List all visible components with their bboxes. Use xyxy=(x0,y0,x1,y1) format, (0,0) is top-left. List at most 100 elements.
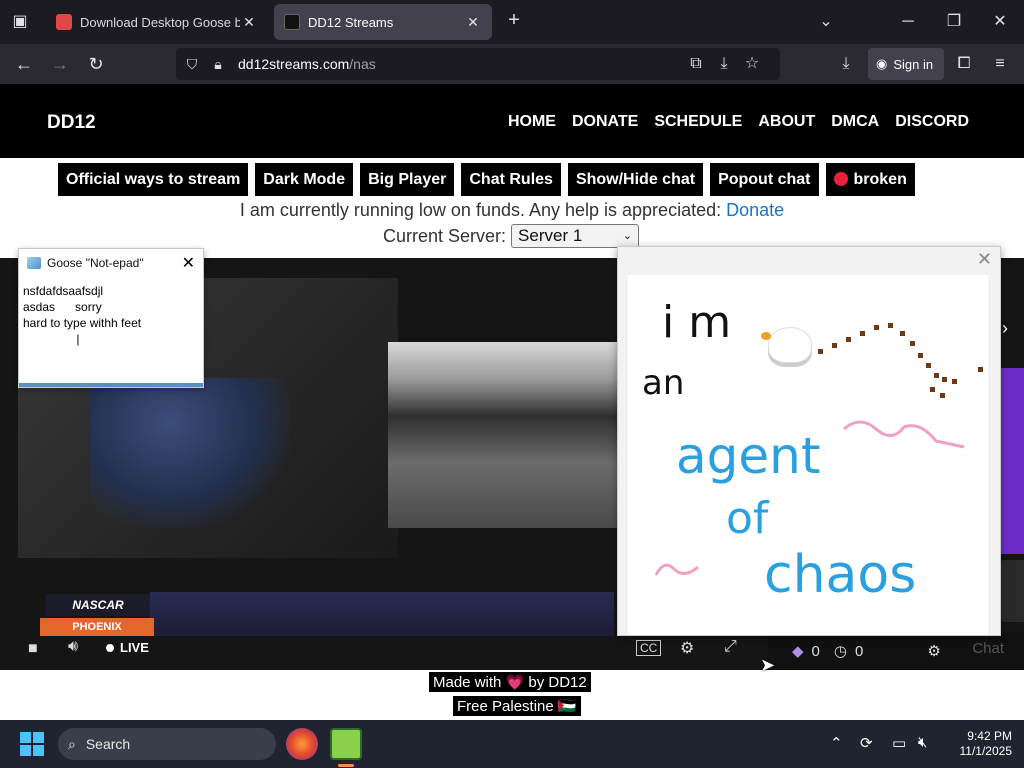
tab-overflow-chevron-icon[interactable]: ⌄ xyxy=(816,12,836,32)
clock-date: 11/1/2025 xyxy=(959,744,1013,758)
shield-icon[interactable]: ⛉ xyxy=(184,54,200,74)
close-icon[interactable]: ✕ xyxy=(977,249,992,270)
live-label: LIVE xyxy=(120,640,149,655)
chat-bar: ◆ 0 ◷ 0 ⚙ Chat xyxy=(768,632,1024,670)
url-path: /nas xyxy=(349,56,376,72)
timer-count: 0 xyxy=(854,642,864,660)
sync-icon[interactable]: ⟳ xyxy=(860,734,873,752)
drawing-text-line3: agent xyxy=(676,427,821,485)
taskbar-clock[interactable]: 9:42 PM 11/1/2025 xyxy=(960,729,1013,759)
red-dot-icon xyxy=(833,172,848,186)
reload-icon[interactable]: ↻ xyxy=(86,54,106,74)
official-ways-button[interactable]: Official ways to stream xyxy=(58,163,249,196)
server-row: Current Server: Server 1 ⌄ xyxy=(383,224,640,248)
clock-time: 9:42 PM xyxy=(967,729,1012,743)
network-icon[interactable]: ▭ xyxy=(892,734,906,752)
nav-discord[interactable]: DISCORD xyxy=(895,113,969,131)
maximize-icon[interactable]: ❐ xyxy=(944,12,964,32)
player-controls-row: Official ways to stream Dark Mode Big Pl… xyxy=(58,163,915,196)
popout-chat-button[interactable]: Popout chat xyxy=(710,163,819,196)
notepad-text[interactable]: nsfdafdsaafsdjl asdas sorry hard to type… xyxy=(19,277,203,381)
tab-title: DD12 Streams xyxy=(308,14,394,30)
nav-dmca[interactable]: DMCA xyxy=(831,113,879,131)
tab-list-icon[interactable]: ▣ xyxy=(10,12,30,32)
goose-active-indicator xyxy=(338,764,354,767)
extensions-icon[interactable]: ⧠ xyxy=(954,54,974,74)
captions-icon[interactable]: CC xyxy=(636,640,662,656)
fullscreen-icon[interactable]: ⤢ xyxy=(724,638,737,656)
menu-icon[interactable]: ≡ xyxy=(990,54,1010,74)
server-select[interactable]: Server 1 ⌄ xyxy=(511,224,640,248)
volume-mute-icon[interactable]: 🔇︎ xyxy=(918,734,927,751)
video-frame-race-inset xyxy=(388,342,620,528)
chat-settings-icon[interactable]: ⚙ xyxy=(927,642,940,660)
nav-about[interactable]: ABOUT xyxy=(758,113,815,131)
sign-in-button[interactable]: ◉ Sign in xyxy=(868,48,944,80)
settings-gear-icon[interactable]: ⚙ xyxy=(680,638,694,658)
chat-rules-button[interactable]: Chat Rules xyxy=(461,163,561,196)
search-icon: ⌕ xyxy=(68,735,76,752)
url-bar[interactable]: ⛉ 🔒︎ dd12streams.com/nas ⧉ ⤓ ☆ xyxy=(176,48,780,80)
pink-squiggle-bottom xyxy=(654,563,699,576)
chat-panel-accent xyxy=(1000,368,1024,554)
notepad-title: Goose "Not-epad" xyxy=(47,256,144,270)
nav-schedule[interactable]: SCHEDULE xyxy=(654,113,742,131)
picture-in-picture-icon[interactable]: ⧉ xyxy=(686,54,706,74)
chat-panel-box xyxy=(1000,560,1024,622)
race-scoreboard xyxy=(150,592,614,636)
new-tab-button[interactable]: + xyxy=(504,10,524,30)
bits-icon[interactable]: ◆ xyxy=(792,642,804,660)
funds-text: I am currently running low on funds. Any… xyxy=(239,200,722,220)
made-with-text: Made with 💗 by DD12 xyxy=(429,672,591,692)
sign-in-label: Sign in xyxy=(893,56,934,72)
timer-icon[interactable]: ◷ xyxy=(834,642,847,660)
bookmark-star-icon[interactable]: ☆ xyxy=(742,54,762,74)
firefox-taskbar-icon[interactable] xyxy=(286,728,318,760)
nav-donate[interactable]: DONATE xyxy=(572,113,638,131)
broken-status-button[interactable]: broken xyxy=(825,163,915,196)
drawing-text-line2: an xyxy=(642,363,685,403)
notepad-icon xyxy=(27,257,41,269)
forward-icon[interactable]: → xyxy=(50,54,70,74)
status-label: broken xyxy=(853,171,907,188)
windows-start-icon[interactable] xyxy=(20,732,44,756)
chevron-right-icon[interactable]: › xyxy=(1002,318,1008,339)
site-header: DD12 HOME DONATE SCHEDULE ABOUT DMCA DIS… xyxy=(0,84,1024,158)
live-indicator[interactable]: LIVE xyxy=(106,640,149,655)
drawing-text-line4: of xyxy=(726,493,769,544)
close-window-icon[interactable]: ✕ xyxy=(990,12,1010,32)
server-label: Current Server: xyxy=(383,225,507,246)
volume-icon[interactable]: 🔊︎ xyxy=(68,638,78,656)
dark-mode-button[interactable]: Dark Mode xyxy=(255,163,354,196)
tray-overflow-chevron-icon[interactable]: ⌃ xyxy=(830,734,843,752)
taskbar-search[interactable]: ⌕ Search xyxy=(58,728,276,760)
back-icon[interactable]: ← xyxy=(14,54,34,74)
goose-beak-icon xyxy=(761,332,771,340)
pink-squiggle-top xyxy=(843,420,965,449)
lock-icon[interactable]: 🔒︎ xyxy=(210,54,226,74)
nav-home[interactable]: HOME xyxy=(508,113,556,131)
notepad-titlebar: Goose "Not-epad" xyxy=(19,249,203,277)
tab-goose-download[interactable]: Download Desktop Goose by sa ✕ xyxy=(46,4,268,40)
site-logo[interactable]: DD12 xyxy=(47,112,96,134)
downloads-icon[interactable]: ⤓ xyxy=(836,54,856,74)
browser-nav-bar: ← → ↻ ⛉ 🔒︎ dd12streams.com/nas ⧉ ⤓ ☆ ⤓ ◉… xyxy=(0,44,1024,84)
chat-button[interactable]: Chat xyxy=(972,640,1004,657)
tab-dd12-streams[interactable]: DD12 Streams ✕ xyxy=(274,4,492,40)
show-hide-chat-button[interactable]: Show/Hide chat xyxy=(567,163,704,196)
network-badge: NASCAR xyxy=(46,594,150,616)
close-tab-icon[interactable]: ✕ xyxy=(240,14,258,31)
notepad-bottom-bar xyxy=(19,383,203,387)
close-icon[interactable]: ✕ xyxy=(182,253,195,273)
close-tab-icon[interactable]: ✕ xyxy=(464,14,482,31)
itch-favicon-icon xyxy=(56,14,72,30)
save-to-pocket-icon[interactable]: ⤓ xyxy=(714,54,734,74)
goose-drawing-window[interactable]: ✕ i m an agent of chaos xyxy=(617,246,1001,636)
minimize-icon[interactable]: ─ xyxy=(898,12,918,32)
donate-link[interactable]: Donate xyxy=(726,200,784,220)
goose-taskbar-icon[interactable] xyxy=(330,728,362,760)
big-player-button[interactable]: Big Player xyxy=(360,163,455,196)
play-pause-icon[interactable]: ■ xyxy=(28,640,38,658)
goose-notepad-window[interactable]: Goose "Not-epad" ✕ nsfdafdsaafsdjl asdas… xyxy=(18,248,204,388)
goose-footprints xyxy=(818,323,983,398)
